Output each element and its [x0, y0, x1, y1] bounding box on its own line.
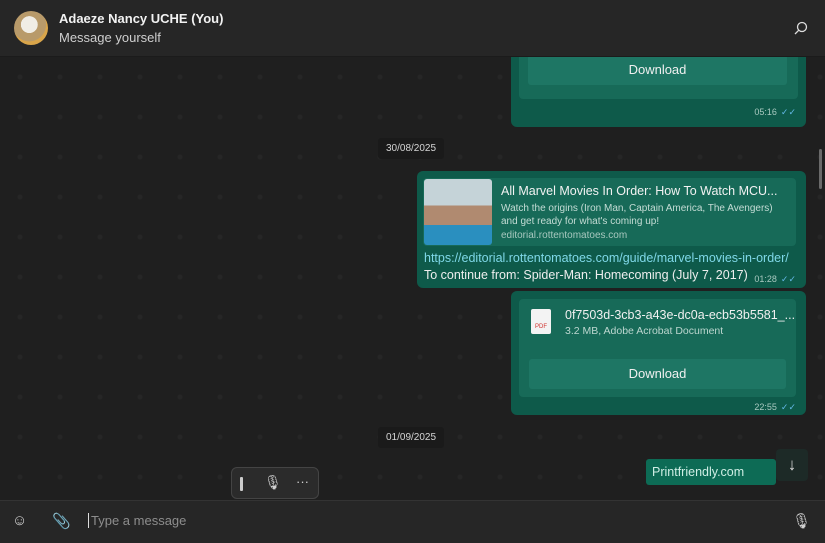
message-link[interactable]: https://editorial.rottentomatoes.com/gui…	[424, 251, 789, 265]
chat-header: Adaeze Nancy UCHE (You) Message yourself	[0, 0, 825, 57]
contact-name[interactable]: Adaeze Nancy UCHE (You)	[59, 11, 223, 26]
file-meta: 3.2 MB, Adobe Acrobat Document	[565, 325, 724, 337]
microphone-icon[interactable]: 🎙	[264, 474, 282, 491]
message-input[interactable]: Type a message	[88, 513, 186, 528]
search-icon[interactable]	[793, 20, 809, 36]
read-ticks-icon: ✓✓	[780, 274, 796, 284]
message-time: 01:28 ✓✓	[754, 274, 796, 284]
contact-subtitle: Message yourself	[59, 30, 161, 45]
date-separator: 30/08/2025	[378, 138, 445, 159]
scrollbar[interactable]	[819, 149, 822, 189]
read-ticks-icon: ✓✓	[780, 402, 796, 412]
message-bubble: Printfriendly.com	[646, 459, 776, 485]
message-text: To continue from: Spider-Man: Homecoming…	[424, 268, 748, 282]
avatar[interactable]	[14, 11, 48, 45]
drag-handle[interactable]	[240, 477, 243, 491]
composer: ☺ 📎 Type a message 🎙	[0, 500, 825, 543]
link-thumbnail	[424, 179, 492, 245]
message-text: Printfriendly.com	[652, 465, 745, 479]
message-time: 05:16 ✓✓	[754, 107, 796, 117]
scroll-to-bottom-arrow-icon[interactable]: ↓	[776, 449, 808, 481]
emoji-icon[interactable]: ☺	[12, 512, 27, 529]
attach-icon[interactable]: 📎	[52, 512, 71, 530]
read-ticks-icon: ✓✓	[780, 107, 796, 117]
link-description: Watch the origins (Iron Man, Captain Ame…	[501, 203, 773, 227]
link-title: All Marvel Movies In Order: How To Watch…	[501, 184, 778, 198]
message-bubble: PDF 0f7503d-3cb3-a43e-dc0a-ecb53b5581_..…	[511, 291, 806, 415]
message-time: 22:55 ✓✓	[754, 402, 796, 412]
file-card: PDF 0f7503d-3cb3-a43e-dc0a-ecb53b5581_..…	[519, 299, 796, 397]
file-card: Download	[519, 57, 798, 99]
message-list: Download 05:16 ✓✓ 30/08/2025 All Marvel M…	[0, 57, 825, 500]
link-preview[interactable]: All Marvel Movies In Order: How To Watch…	[423, 178, 796, 246]
download-button[interactable]: Download	[528, 57, 787, 85]
message-bubble: Download 05:16 ✓✓	[511, 57, 806, 127]
microphone-icon[interactable]: 🎙	[792, 512, 811, 530]
pdf-icon: PDF	[531, 309, 551, 334]
download-button[interactable]: Download	[529, 359, 786, 389]
message-bubble: All Marvel Movies In Order: How To Watch…	[417, 171, 806, 288]
voice-toolbar: 🎙 ···	[231, 467, 319, 499]
file-name[interactable]: 0f7503d-3cb3-a43e-dc0a-ecb53b5581_...	[565, 308, 795, 322]
link-domain: editorial.rottentomatoes.com	[501, 230, 628, 241]
more-options-icon[interactable]: ···	[296, 474, 309, 489]
date-separator: 01/09/2025	[378, 427, 445, 448]
